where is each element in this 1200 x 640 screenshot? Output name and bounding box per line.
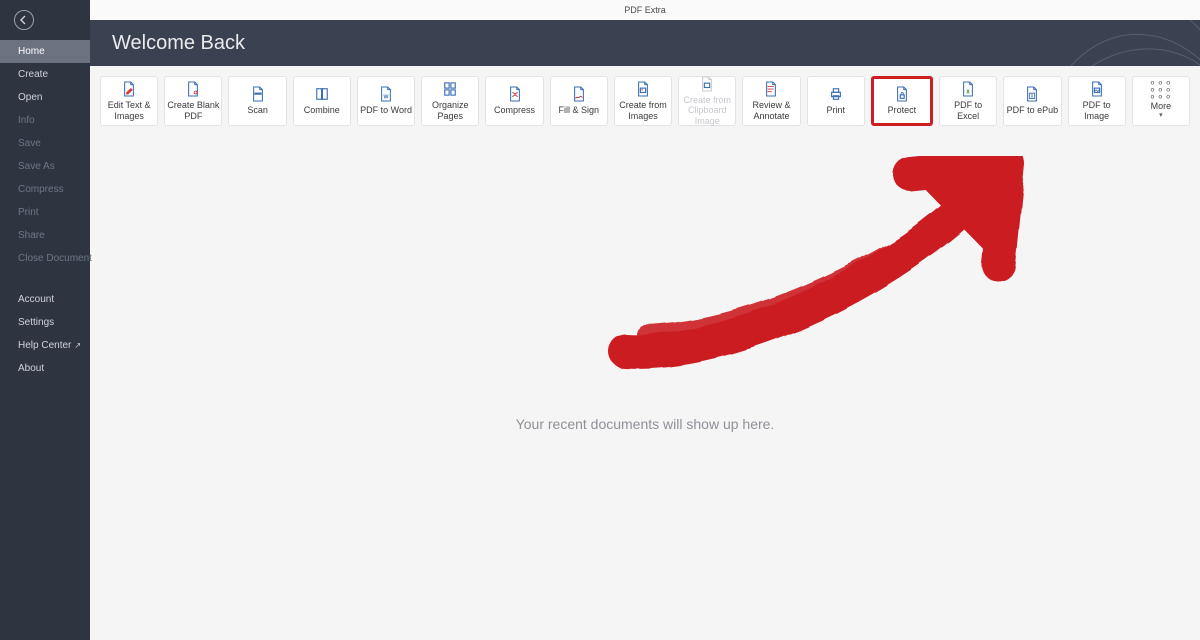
sidebar-item-label: Save [18,138,41,149]
toimage-icon [1090,81,1104,97]
tool-label: Fill & Sign [559,105,600,115]
welcome-banner: Welcome Back [90,20,1200,66]
sidebar-item-label: Open [18,92,42,103]
tool-annotate[interactable]: Review & Annotate [742,76,800,126]
sidebar-item-label: Help Center [18,340,71,351]
empty-state-text: Your recent documents will show up here. [516,416,775,432]
welcome-decoration-icon [1050,20,1200,66]
sidebar-item-label: Settings [18,317,54,328]
sidebar-item-open[interactable]: Open [0,86,90,109]
tool-label: Create from Images [617,100,669,121]
tool-organize[interactable]: Organize Pages [421,76,479,126]
sidebar-footer-help-center[interactable]: Help Center↗ [0,334,90,357]
sidebar-item-close-document: Close Document [0,247,90,270]
sidebar-item-label: Create [18,69,48,80]
tool-toimage[interactable]: PDF to Image [1068,76,1126,126]
sidebar-item-compress: Compress [0,178,90,201]
sidebar-footer-settings[interactable]: Settings [0,311,90,334]
tool-protect[interactable]: Protect [871,76,933,126]
welcome-text: Welcome Back [112,32,245,55]
tool-label: Review & Annotate [745,100,797,121]
svg-text:X: X [966,90,970,96]
more-icon: ∘∘∘∘∘∘∘∘∘ [1149,82,1173,98]
sidebar-item-label: About [18,363,44,374]
tool-edit[interactable]: Edit Text & Images [100,76,158,126]
chevron-down-icon: ▾ [1159,112,1163,120]
tool-label: More [1151,101,1172,111]
blank-icon [186,81,200,97]
organize-icon [443,81,457,97]
content-area: Your recent documents will show up here. [90,126,1200,640]
sidebar-item-label: Compress [18,184,64,195]
app-root: Home Create Open Info Save Save As Compress Pri… [0,0,1200,640]
sidebar-item-home[interactable]: Home [0,40,90,63]
sidebar-item-create[interactable]: Create [0,63,90,86]
sidebar-item-label: Info [18,115,35,126]
sidebar-item-save-as: Save As [0,155,90,178]
tool-more[interactable]: ∘∘∘∘∘∘∘∘∘ More▾ [1132,76,1190,126]
sidebar-item-share: Share [0,224,90,247]
tool-label: Scan [247,105,268,115]
toword-icon: W [379,86,393,102]
tool-toepub[interactable]: PDF to ePub [1003,76,1061,126]
sidebar-footer-about[interactable]: About [0,357,90,380]
tool-combine[interactable]: Combine [293,76,351,126]
tool-scan[interactable]: Scan [228,76,286,126]
tool-row: Edit Text & Images Create Blank PDF Scan Co… [90,66,1200,126]
scan-icon [251,86,265,102]
fromclip-icon [700,76,714,92]
tool-label: Protect [888,105,917,115]
app-title: PDF Extra [624,5,666,15]
sidebar-item-label: Share [18,230,45,241]
sidebar-item-label: Close Document [18,253,92,264]
sidebar-item-label: Home [18,46,45,57]
sidebar-item-print: Print [0,201,90,224]
tool-label: Create from Clipboard Image [681,95,733,126]
annotation-arrow-icon [510,156,1030,396]
compress-icon [508,86,522,102]
external-link-icon: ↗ [74,341,81,350]
print-icon [829,86,843,102]
tool-label: PDF to Word [360,105,412,115]
sidebar-item-info: Info [0,109,90,132]
tool-toword[interactable]: W PDF to Word [357,76,415,126]
tool-print[interactable]: Print [807,76,865,126]
tool-label: PDF to ePub [1007,105,1059,115]
tool-toexcel[interactable]: X PDF to Excel [939,76,997,126]
sidebar-item-save: Save [0,132,90,155]
tool-blank[interactable]: Create Blank PDF [164,76,222,126]
tool-fromclip: Create from Clipboard Image [678,76,736,126]
tool-label: Print [826,105,845,115]
protect-icon [895,86,909,102]
back-row [0,0,90,40]
tool-fromimg[interactable]: Create from Images [614,76,672,126]
tool-compress[interactable]: Compress [485,76,543,126]
tool-label: Edit Text & Images [103,100,155,121]
annotate-icon [764,81,778,97]
fromimg-icon [636,81,650,97]
sidebar-footer-account[interactable]: Account [0,288,90,311]
combine-icon [315,86,329,102]
back-arrow-icon [19,15,29,25]
tool-label: Organize Pages [424,100,476,121]
toepub-icon [1025,86,1039,102]
edit-icon [122,81,136,97]
sidebar-item-label: Save As [18,161,55,172]
tool-label: PDF to Excel [942,100,994,121]
toexcel-icon: X [961,81,975,97]
tool-label: Create Blank PDF [167,100,219,121]
tool-label: Combine [304,105,340,115]
tool-label: PDF to Image [1071,100,1123,121]
svg-text:W: W [384,95,389,101]
tool-label: Compress [494,105,535,115]
main: PDF Extra Welcome Back Edit Text & Image… [90,0,1200,640]
sidebar: Home Create Open Info Save Save As Compress Pri… [0,0,90,640]
sidebar-item-label: Account [18,294,54,305]
sign-icon [572,86,586,102]
titlebar: PDF Extra [90,0,1200,20]
sidebar-item-label: Print [18,207,39,218]
back-button[interactable] [14,10,34,30]
tool-sign[interactable]: Fill & Sign [550,76,608,126]
